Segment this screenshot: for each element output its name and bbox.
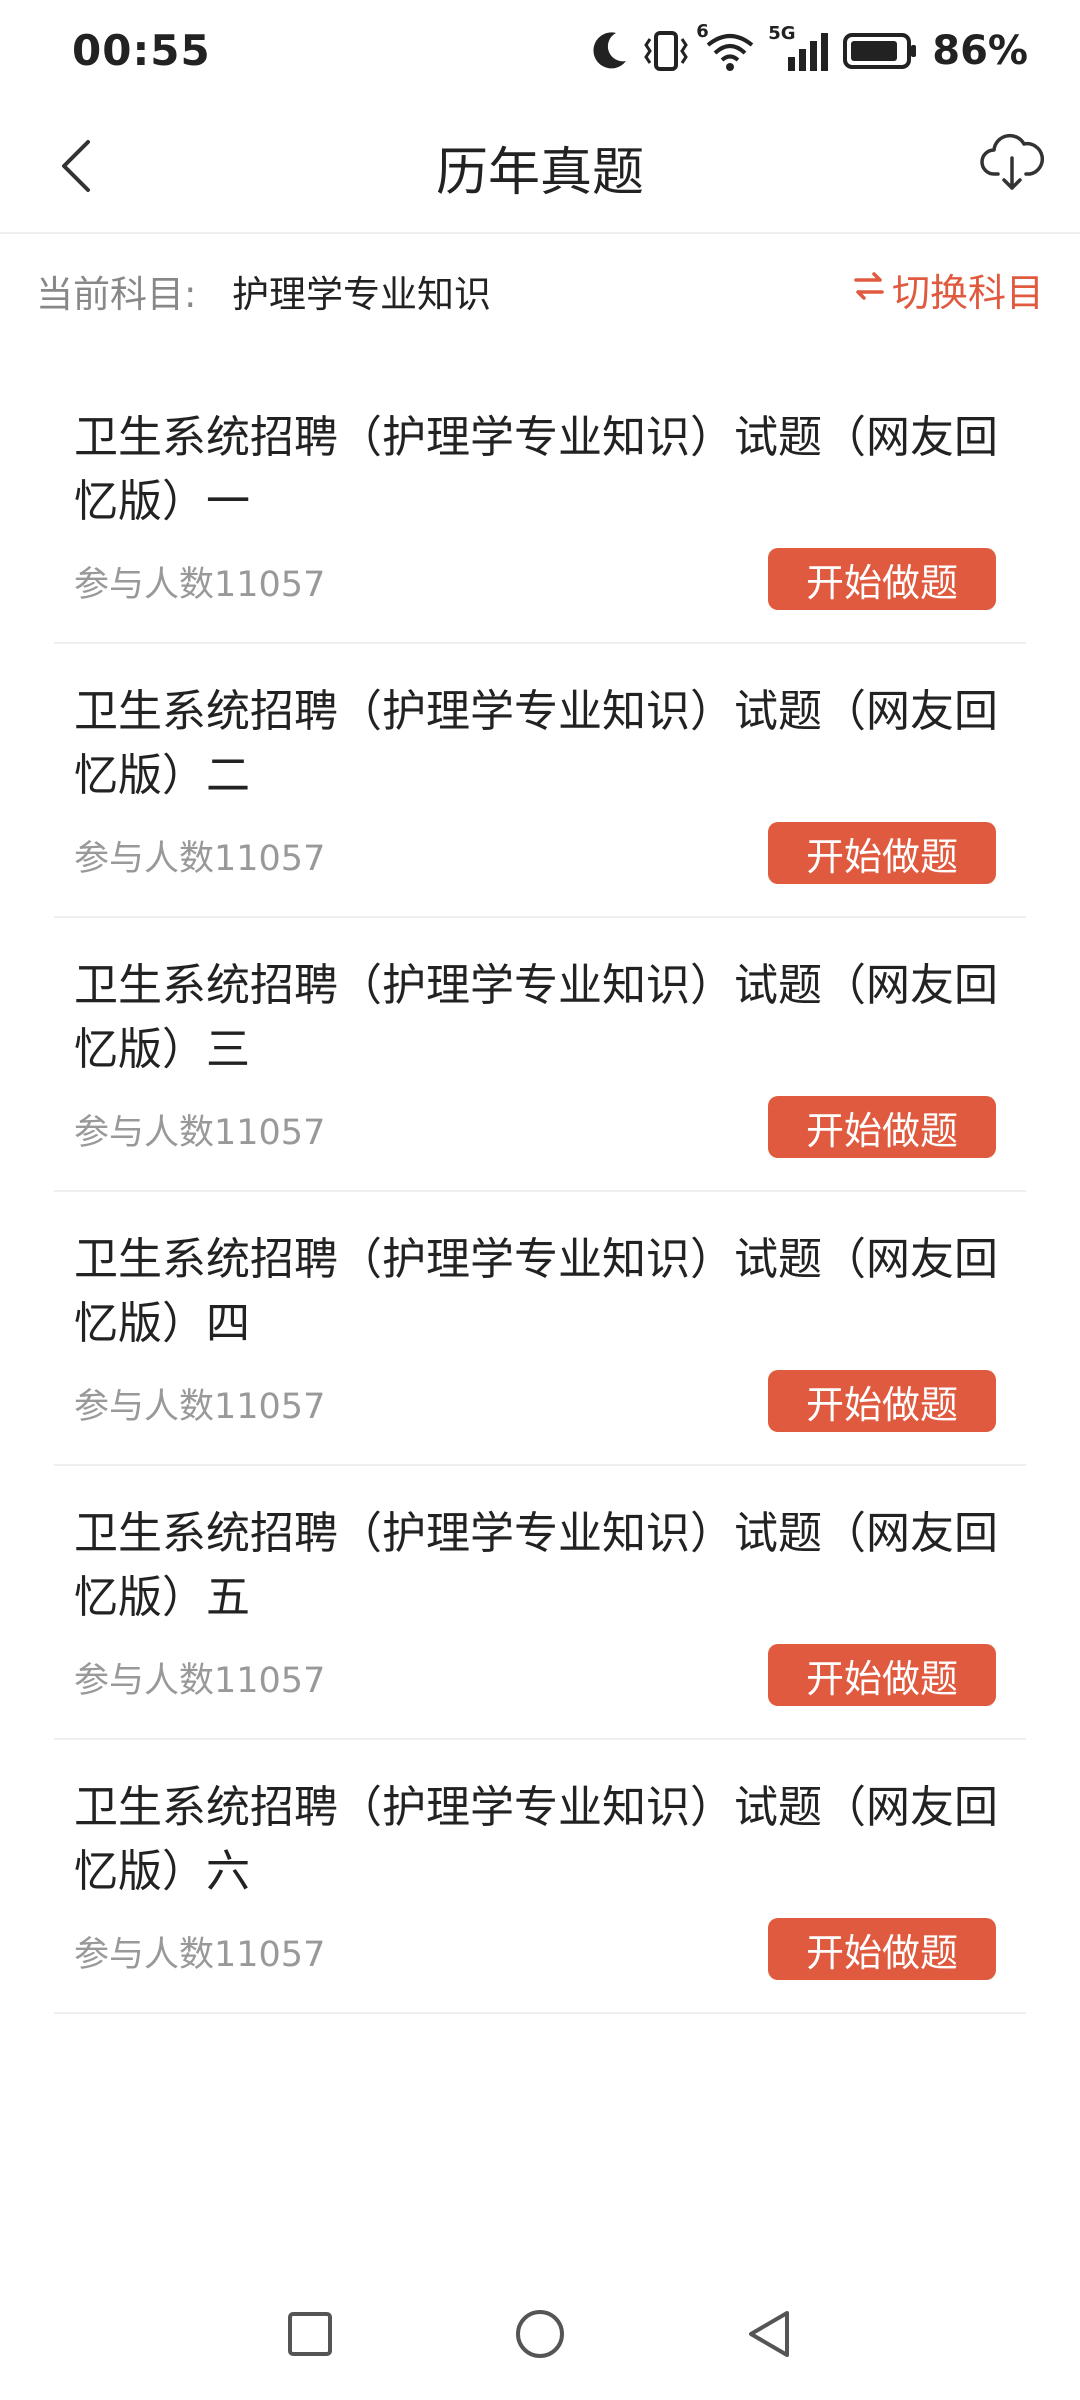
vibrate-icon	[640, 29, 692, 73]
list-item[interactable]: 卫生系统招聘（护理学专业知识）试题（网友回忆版）三 参与人数11057 开始做题	[54, 918, 1026, 1192]
home-icon	[513, 2307, 567, 2365]
exam-title: 卫生系统招聘（护理学专业知识）试题（网友回忆版）三	[74, 960, 998, 1075]
list-item[interactable]: 卫生系统招聘（护理学专业知识）试题（网友回忆版）四 参与人数11057 开始做题	[54, 1192, 1026, 1466]
start-exam-button[interactable]: 开始做题	[768, 1096, 996, 1158]
nav-back-button[interactable]	[730, 2296, 810, 2376]
participant-count: 参与人数11057	[74, 1661, 326, 1701]
list-item[interactable]: 卫生系统招聘（护理学专业知识）试题（网友回忆版）六 参与人数11057 开始做题	[54, 1740, 1026, 2014]
moon-icon	[590, 29, 630, 73]
battery-percent: 86%	[932, 28, 1028, 74]
cloud-download-icon	[980, 130, 1044, 198]
start-exam-button[interactable]: 开始做题	[768, 822, 996, 884]
exam-title: 卫生系统招聘（护理学专业知识）试题（网友回忆版）一	[74, 412, 998, 527]
exam-title: 卫生系统招聘（护理学专业知识）试题（网友回忆版）四	[74, 1234, 998, 1349]
participant-count: 参与人数11057	[74, 1113, 326, 1153]
subject-label: 当前科目:	[36, 273, 197, 316]
participant-count: 参与人数11057	[74, 1387, 326, 1427]
start-exam-button[interactable]: 开始做题	[768, 548, 996, 610]
wifi-badge: 6	[696, 21, 709, 42]
exam-title: 卫生系统招聘（护理学专业知识）试题（网友回忆版）五	[74, 1508, 998, 1623]
exam-list: 卫生系统招聘（护理学专业知识）试题（网友回忆版）一 参与人数11057 开始做题…	[54, 370, 1026, 2014]
battery-icon	[842, 29, 918, 73]
start-exam-button[interactable]: 开始做题	[768, 1918, 996, 1980]
list-item[interactable]: 卫生系统招聘（护理学专业知识）试题（网友回忆版）一 参与人数11057 开始做题	[54, 370, 1026, 644]
list-item[interactable]: 卫生系统招聘（护理学专业知识）试题（网友回忆版）五 参与人数11057 开始做题	[54, 1466, 1026, 1740]
wifi-icon: 6	[696, 21, 758, 73]
back-icon	[743, 2307, 797, 2365]
home-button[interactable]	[500, 2296, 580, 2376]
signal-5g-icon: 5G	[768, 23, 832, 73]
header: 历年真题	[0, 100, 1080, 234]
exam-title: 卫生系统招聘（护理学专业知识）试题（网友回忆版）二	[74, 686, 998, 801]
recent-apps-icon	[285, 2309, 335, 2363]
status-bar: 00:55 6 5G 86%	[0, 0, 1080, 100]
status-icons: 6 5G 86%	[590, 21, 1028, 78]
exam-title: 卫生系统招聘（护理学专业知识）试题（网友回忆版）六	[74, 1782, 998, 1897]
subject-value: 护理学专业知识	[232, 273, 491, 316]
start-exam-button[interactable]: 开始做题	[768, 1370, 996, 1432]
subject-row: 当前科目: 护理学专业知识 切换科目	[0, 234, 1080, 340]
list-item[interactable]: 卫生系统招聘（护理学专业知识）试题（网友回忆版）二 参与人数11057 开始做题	[54, 644, 1026, 918]
recent-apps-button[interactable]	[270, 2296, 350, 2376]
participant-count: 参与人数11057	[74, 1935, 326, 1975]
switch-subject-label: 切换科目	[891, 271, 1044, 315]
status-time: 00:55	[72, 26, 211, 75]
network-badge: 5G	[768, 23, 796, 44]
swap-arrows-icon	[852, 268, 886, 312]
participant-count: 参与人数11057	[74, 839, 326, 879]
download-button[interactable]	[972, 124, 1052, 204]
switch-subject-button[interactable]: 切换科目	[852, 262, 1044, 317]
navigation-bar	[0, 2270, 1080, 2400]
page-title: 历年真题	[435, 143, 644, 203]
start-exam-button[interactable]: 开始做题	[768, 1644, 996, 1706]
participant-count: 参与人数11057	[74, 565, 326, 605]
